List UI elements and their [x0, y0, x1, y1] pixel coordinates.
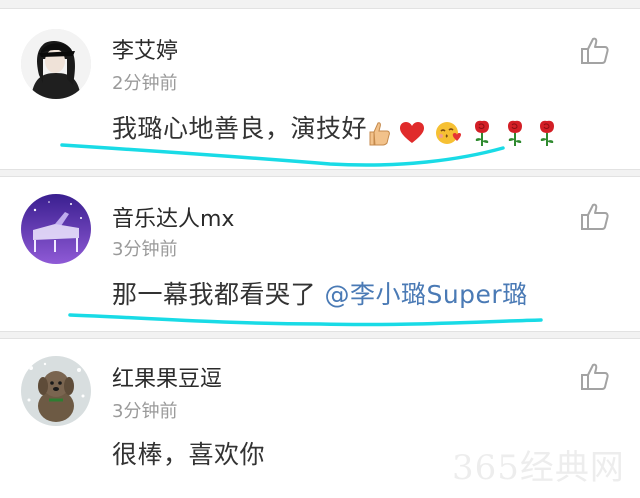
username[interactable]: 红果果豆逗 [112, 361, 222, 393]
timestamp: 3分钟前 [112, 239, 178, 260]
comment-text: 那一幕我都看哭了 @李小璐Super璐 [112, 275, 528, 311]
piano-avatar-icon [21, 194, 91, 264]
timestamp: 2分钟前 [112, 73, 178, 94]
comment-text-body: 那一幕我都看哭了 [112, 280, 325, 309]
comment-divider [0, 331, 640, 339]
comment-text: 很棒，喜欢你 [112, 435, 265, 471]
thumbs-up-outline-icon [581, 203, 609, 230]
timestamp: 3分钟前 [112, 401, 178, 422]
mention-link[interactable]: @李小璐Super璐 [324, 280, 527, 309]
avatar[interactable] [21, 29, 91, 99]
comment-text-body: 我璐心地善良，演技好 [112, 114, 368, 143]
like-button[interactable] [580, 202, 610, 232]
comment-text: 我璐心地善良，演技好 [112, 109, 559, 147]
username[interactable]: 音乐达人mx [112, 201, 234, 233]
kiss-face-icon [435, 122, 461, 144]
emoji-row [369, 117, 559, 147]
avatar[interactable] [21, 194, 91, 264]
thumbs-up-outline-icon [581, 37, 609, 64]
thumbs-up-outline-icon [581, 363, 609, 390]
username[interactable]: 李艾婷 [112, 33, 178, 65]
like-button[interactable] [580, 36, 610, 66]
dog-avatar-icon [21, 356, 91, 426]
rose-icon [540, 120, 555, 146]
heart-icon [400, 122, 425, 143]
avatar[interactable] [21, 356, 91, 426]
woman-with-cap-avatar-icon [21, 29, 91, 99]
comment-item: 音乐达人mx 3分钟前 那一幕我都看哭了 @李小璐Super璐 [0, 177, 640, 331]
comment-item: 李艾婷 2分钟前 我璐心地善良，演技好 [0, 9, 640, 169]
rose-icon [507, 120, 522, 146]
thumbs-up-icon [369, 122, 390, 146]
watermark: 365经典网 [452, 448, 625, 488]
top-divider [0, 0, 640, 9]
like-button[interactable] [580, 362, 610, 392]
rose-icon [475, 120, 490, 146]
comment-text-body: 很棒，喜欢你 [112, 440, 266, 469]
comment-divider [0, 169, 640, 177]
